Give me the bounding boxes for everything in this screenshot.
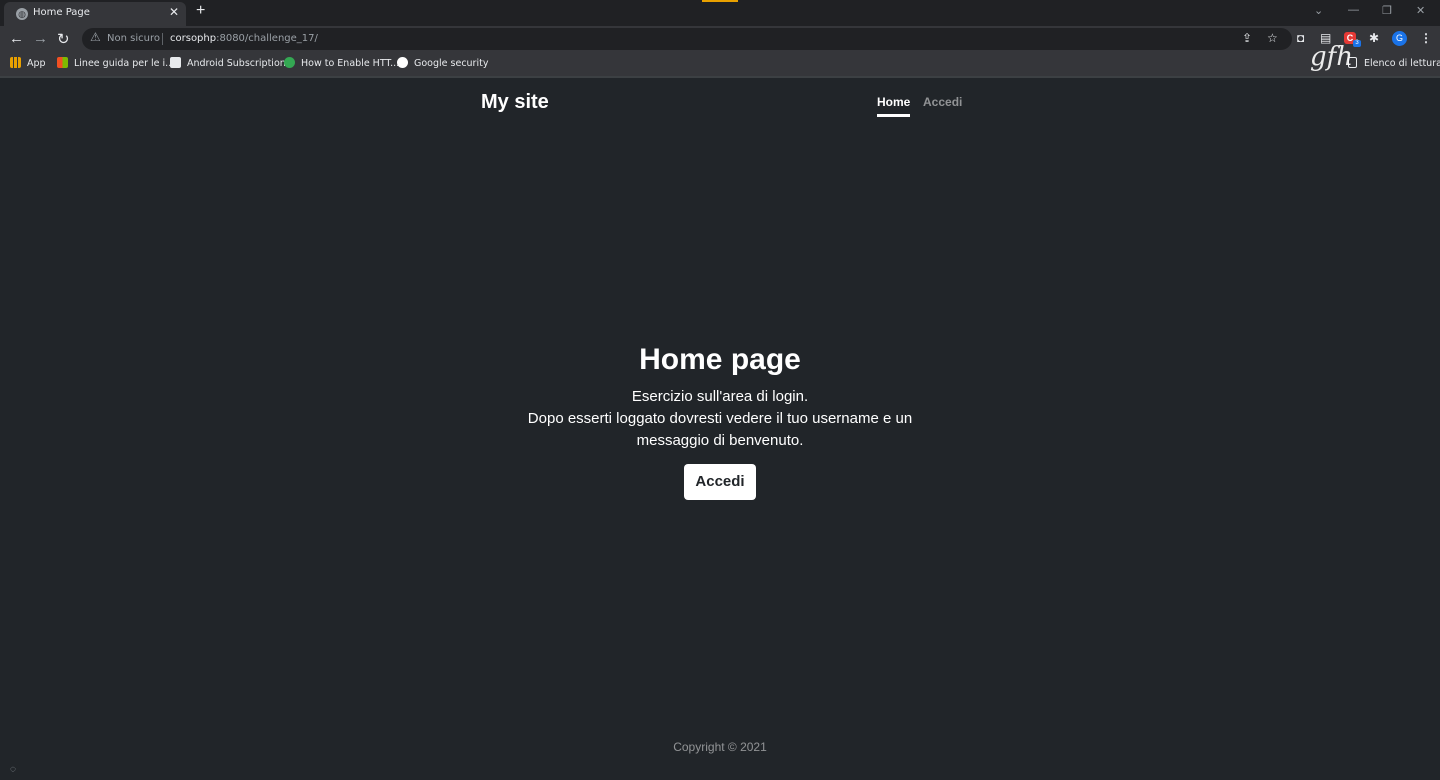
reload-button[interactable]: ↻ [57,30,70,48]
doc-icon [170,57,181,68]
hero-text: Esercizio sull'area di login. Dopo esser… [490,386,950,452]
bookmark-label: Google security [414,58,489,69]
camera-icon[interactable]: ◘ [1297,31,1304,45]
toolbar: ← → ↻ ⚠ Non sicuro corsophp:8080/challen… [0,26,1440,52]
tab-strip: ◍ Home Page ✕ + ⌄ — ❐ ✕ [0,0,1440,26]
url-host: corsophp [170,33,217,44]
minimize-button[interactable]: — [1348,4,1359,16]
bookmark-star-icon[interactable]: ☆ [1267,31,1278,45]
apps-grid-icon [10,57,21,68]
globe-icon: ◍ [16,8,28,20]
page-title: Home page [639,343,801,376]
reading-list-label: Elenco di lettura [1364,58,1440,69]
avatar[interactable]: G [1392,31,1407,46]
browser-chrome: ◍ Home Page ✕ + ⌄ — ❐ ✕ ← → ↻ ⚠ Non sicu… [0,0,1440,78]
reading-list[interactable]: Elenco di lettura [1348,57,1440,69]
microsoft-icon [57,57,68,68]
bookmark-label: App [27,58,46,69]
bookmark-how-to-enable[interactable]: How to Enable HTT... [284,57,399,69]
forward-button[interactable]: → [33,30,48,47]
tab-home-page[interactable]: ◍ Home Page ✕ [4,2,186,26]
login-button[interactable]: Accedi [684,464,756,500]
nav-link-login[interactable]: Accedi [923,95,962,109]
status-icon: ◌ [10,764,16,775]
bookmark-google-security[interactable]: Google security [397,57,488,69]
share-icon[interactable]: ⇪ [1242,31,1252,45]
site-brand[interactable]: My site [481,91,549,114]
warning-icon: ⚠ [90,30,101,44]
bookmark-label: How to Enable HTT... [301,58,400,69]
new-tab-button[interactable]: + [196,2,205,20]
bookmark-app[interactable]: App [10,57,46,69]
omnibox-divider [162,33,163,45]
google-icon [397,57,408,68]
tab-accent-bar [702,0,738,2]
bookmark-linee-guida[interactable]: Linee guida per le i... [57,57,174,69]
footer-copyright: Copyright © 2021 [673,740,767,754]
globe-green-icon [284,57,295,68]
nav-link-home[interactable]: Home [877,95,911,117]
restore-button[interactable]: ❐ [1382,4,1392,17]
security-label[interactable]: Non sicuro [107,33,160,44]
bookmark-label: Linee guida per le i... [74,58,175,69]
menu-icon[interactable]: ⋮ [1420,31,1432,45]
close-tab-icon[interactable]: ✕ [169,5,179,19]
bookmark-android-subscription[interactable]: Android Subscription [170,57,286,69]
url-text[interactable]: corsophp:8080/challenge_17/ [170,33,318,44]
hero-line-2: Dopo esserti loggato dovresti vedere il … [527,410,913,449]
back-button[interactable]: ← [9,30,24,47]
tab-search-icon[interactable]: ⌄ [1314,4,1323,17]
bookmark-label: Android Subscription [187,58,286,69]
url-path: :8080/challenge_17/ [216,33,318,44]
hero-line-1: Esercizio sull'area di login. [631,388,809,405]
web-page: My site Home Accedi Home page Esercizio … [0,78,1440,780]
extension-badge: 3 [1353,40,1361,47]
address-bar[interactable]: ⚠ Non sicuro corsophp:8080/challenge_17/… [82,28,1292,50]
close-window-button[interactable]: ✕ [1416,4,1425,17]
tab-title: Home Page [33,7,90,18]
bookmarks-bar: App Linee guida per le i... Android Subs… [0,52,1440,76]
watermark-logo: gfh [1310,42,1354,72]
puzzle-icon[interactable]: ✱ [1369,31,1379,45]
